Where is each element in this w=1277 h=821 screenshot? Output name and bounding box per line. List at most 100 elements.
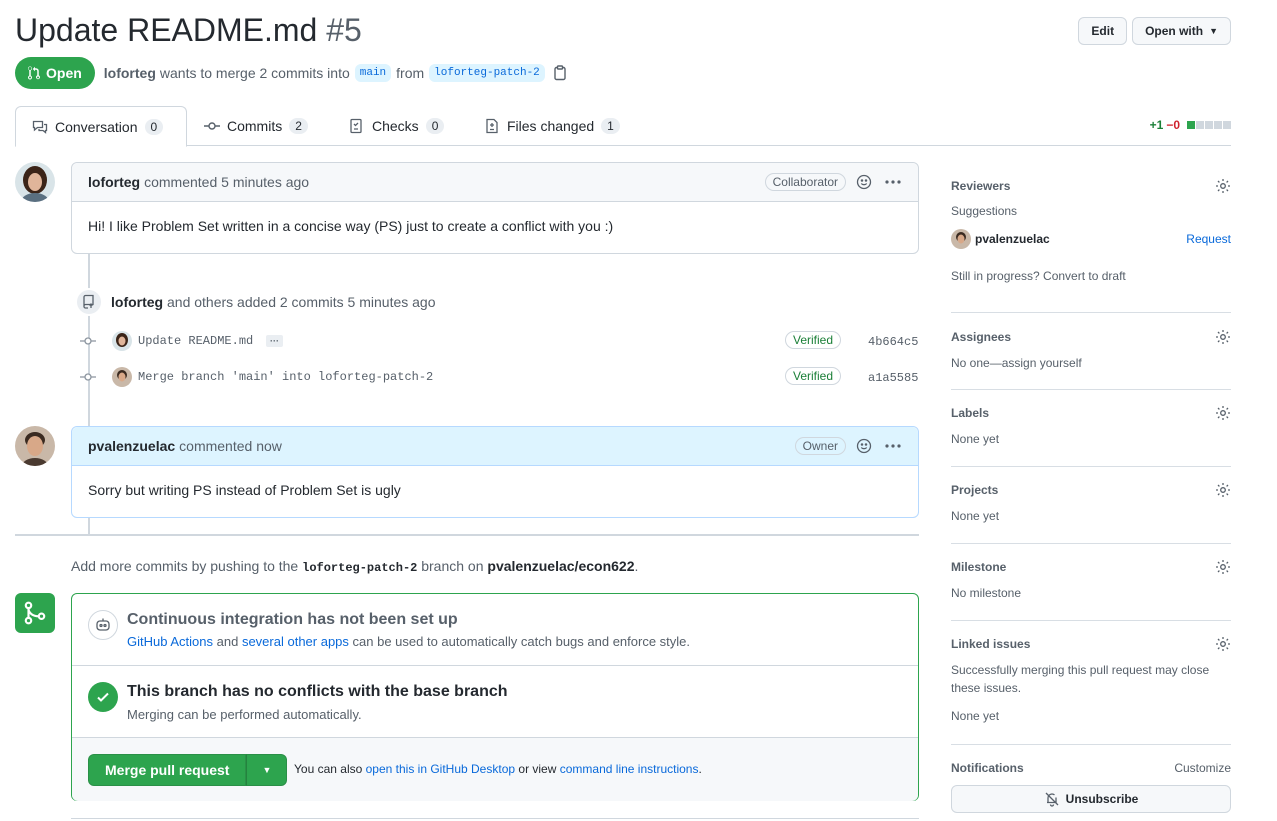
commit-row: Merge branch 'main' into loforteg-patch-… [80, 367, 920, 387]
caret-down-icon: ▼ [262, 765, 272, 775]
smiley-icon[interactable] [856, 438, 872, 454]
convert-draft-link[interactable]: Still in progress? Convert to draft [951, 267, 1231, 285]
hint-repo[interactable]: pvalenzuelac/econ622 [487, 558, 634, 574]
gear-icon[interactable] [1215, 329, 1231, 345]
push-hint: Add more commits by pushing to the lofor… [71, 558, 638, 575]
conflicts-section: This branch has no conflicts with the ba… [72, 666, 918, 738]
conflicts-title: This branch has no conflicts with the ba… [127, 683, 508, 700]
labels-title: Labels [951, 406, 990, 420]
avatar[interactable] [112, 367, 132, 387]
assignees-value[interactable]: No one—assign yourself [951, 354, 1231, 372]
deletions-count: −0 [1166, 118, 1180, 132]
other-apps-link[interactable]: several other apps [242, 634, 349, 649]
comment-timestamp[interactable]: commented 5 minutes ago [144, 174, 309, 190]
comment-header: loforteg commented 5 minutes ago Collabo… [72, 163, 918, 202]
tab-conversation[interactable]: Conversation 0 [15, 106, 187, 147]
merge-actions: Merge pull request ▼ You can also open t… [72, 738, 918, 801]
ci-text: and [216, 634, 239, 649]
open-with-label: Open with [1145, 24, 1204, 38]
hint-text: . [634, 558, 639, 574]
robot-icon [88, 610, 118, 640]
commit-message[interactable]: Merge branch 'main' into loforteg-patch-… [138, 370, 433, 384]
comment-header: pvalenzuelac commented now Owner [72, 427, 918, 466]
ci-section: Continuous integration has not been set … [72, 594, 918, 666]
ci-title: Continuous integration has not been set … [127, 611, 458, 628]
github-actions-link[interactable]: GitHub Actions [127, 634, 213, 649]
status-label: Open [46, 65, 82, 81]
comment-author[interactable]: loforteg [88, 174, 140, 190]
tab-commits[interactable]: Commits 2 [188, 106, 324, 146]
projects-title: Projects [951, 483, 999, 497]
kebab-horizontal-icon[interactable] [884, 438, 902, 454]
commit-sha[interactable]: a1a5585 [868, 371, 918, 385]
commit-message[interactable]: Update README.md [138, 334, 253, 348]
merge-box: Continuous integration has not been set … [71, 593, 919, 801]
bell-slash-icon [1045, 792, 1059, 807]
tab-checks[interactable]: Checks 0 [333, 106, 460, 146]
comment-timestamp[interactable]: commented now [179, 438, 282, 454]
status-badge: Open [15, 57, 95, 89]
diffstat: +1 −0 [1150, 118, 1231, 132]
commit-icon [80, 337, 96, 345]
hint-branch: loforteg-patch-2 [302, 561, 418, 575]
avatar [951, 229, 971, 249]
timeline-divider [15, 534, 919, 536]
ellipsis-expander[interactable]: ··· [266, 335, 283, 347]
open-with-button[interactable]: Open with ▼ [1132, 17, 1231, 45]
smiley-icon[interactable] [856, 174, 872, 190]
kebab-horizontal-icon[interactable] [884, 174, 902, 190]
role-badge: Owner [794, 437, 846, 455]
sidebar-notifications: Notifications Customize Unsubscribe [951, 761, 1231, 813]
check-circle-icon [88, 682, 118, 712]
commit-sha[interactable]: 4b664c5 [868, 335, 918, 349]
event-author[interactable]: loforteg [111, 294, 163, 310]
open-desktop-link[interactable]: open this in GitHub Desktop [366, 762, 515, 776]
linked-issues-title: Linked issues [951, 637, 1031, 651]
avatar[interactable] [15, 426, 55, 466]
verified-badge[interactable]: Verified [785, 331, 842, 349]
from-text: from [396, 65, 425, 81]
sidebar-milestone: Milestone No milestone [951, 559, 1231, 621]
merge-text: You can also [294, 762, 363, 776]
tab-label: Files changed [507, 118, 595, 134]
conflicts-subtitle: Merging can be performed automatically. [127, 707, 362, 722]
reviewers-title: Reviewers [951, 179, 1011, 193]
request-review-link[interactable]: Request [1186, 232, 1231, 246]
milestone-title: Milestone [951, 560, 1007, 574]
verified-badge[interactable]: Verified [785, 367, 842, 385]
edit-button[interactable]: Edit [1078, 17, 1128, 45]
sidebar-linked-issues: Linked issues Successfully merging this … [951, 636, 1231, 745]
avatar[interactable] [15, 162, 55, 202]
gear-icon[interactable] [1215, 636, 1231, 652]
checklist-icon [350, 118, 362, 134]
gear-icon[interactable] [1215, 178, 1231, 194]
gear-icon[interactable] [1215, 405, 1231, 421]
command-line-link[interactable]: command line instructions [560, 762, 699, 776]
merge-method-dropdown[interactable]: ▼ [246, 754, 288, 786]
milestone-value: No milestone [951, 586, 1022, 600]
unsubscribe-button[interactable]: Unsubscribe [951, 785, 1231, 813]
tab-files-changed[interactable]: Files changed 1 [468, 106, 636, 146]
base-branch[interactable]: main [354, 64, 392, 82]
commit-row: Update README.md ··· Verified 4b664c5 [80, 331, 920, 351]
reviewer-name[interactable]: pvalenzuelac [975, 232, 1050, 246]
comment-author[interactable]: pvalenzuelac [88, 438, 175, 454]
suggestions-label: Suggestions [951, 204, 1018, 218]
labels-value: None yet [951, 432, 1000, 446]
hint-text: branch on [421, 558, 484, 574]
customize-link[interactable]: Customize [1174, 761, 1231, 775]
tab-counter: 0 [144, 118, 164, 135]
author-link[interactable]: loforteg [104, 65, 156, 81]
avatar[interactable] [112, 331, 132, 351]
repo-push-icon [75, 288, 103, 316]
gear-icon[interactable] [1215, 482, 1231, 498]
copy-icon[interactable] [553, 65, 567, 81]
sidebar-projects: Projects None yet [951, 482, 1231, 544]
merge-pull-request-button[interactable]: Merge pull request [88, 754, 247, 786]
linked-issues-description: Successfully merging this pull request m… [951, 663, 1210, 695]
comment: loforteg commented 5 minutes ago Collabo… [71, 162, 919, 254]
gear-icon[interactable] [1215, 559, 1231, 575]
head-branch[interactable]: loforteg-patch-2 [429, 64, 545, 82]
projects-value: None yet [951, 509, 1000, 523]
notifications-title: Notifications [951, 761, 1024, 775]
